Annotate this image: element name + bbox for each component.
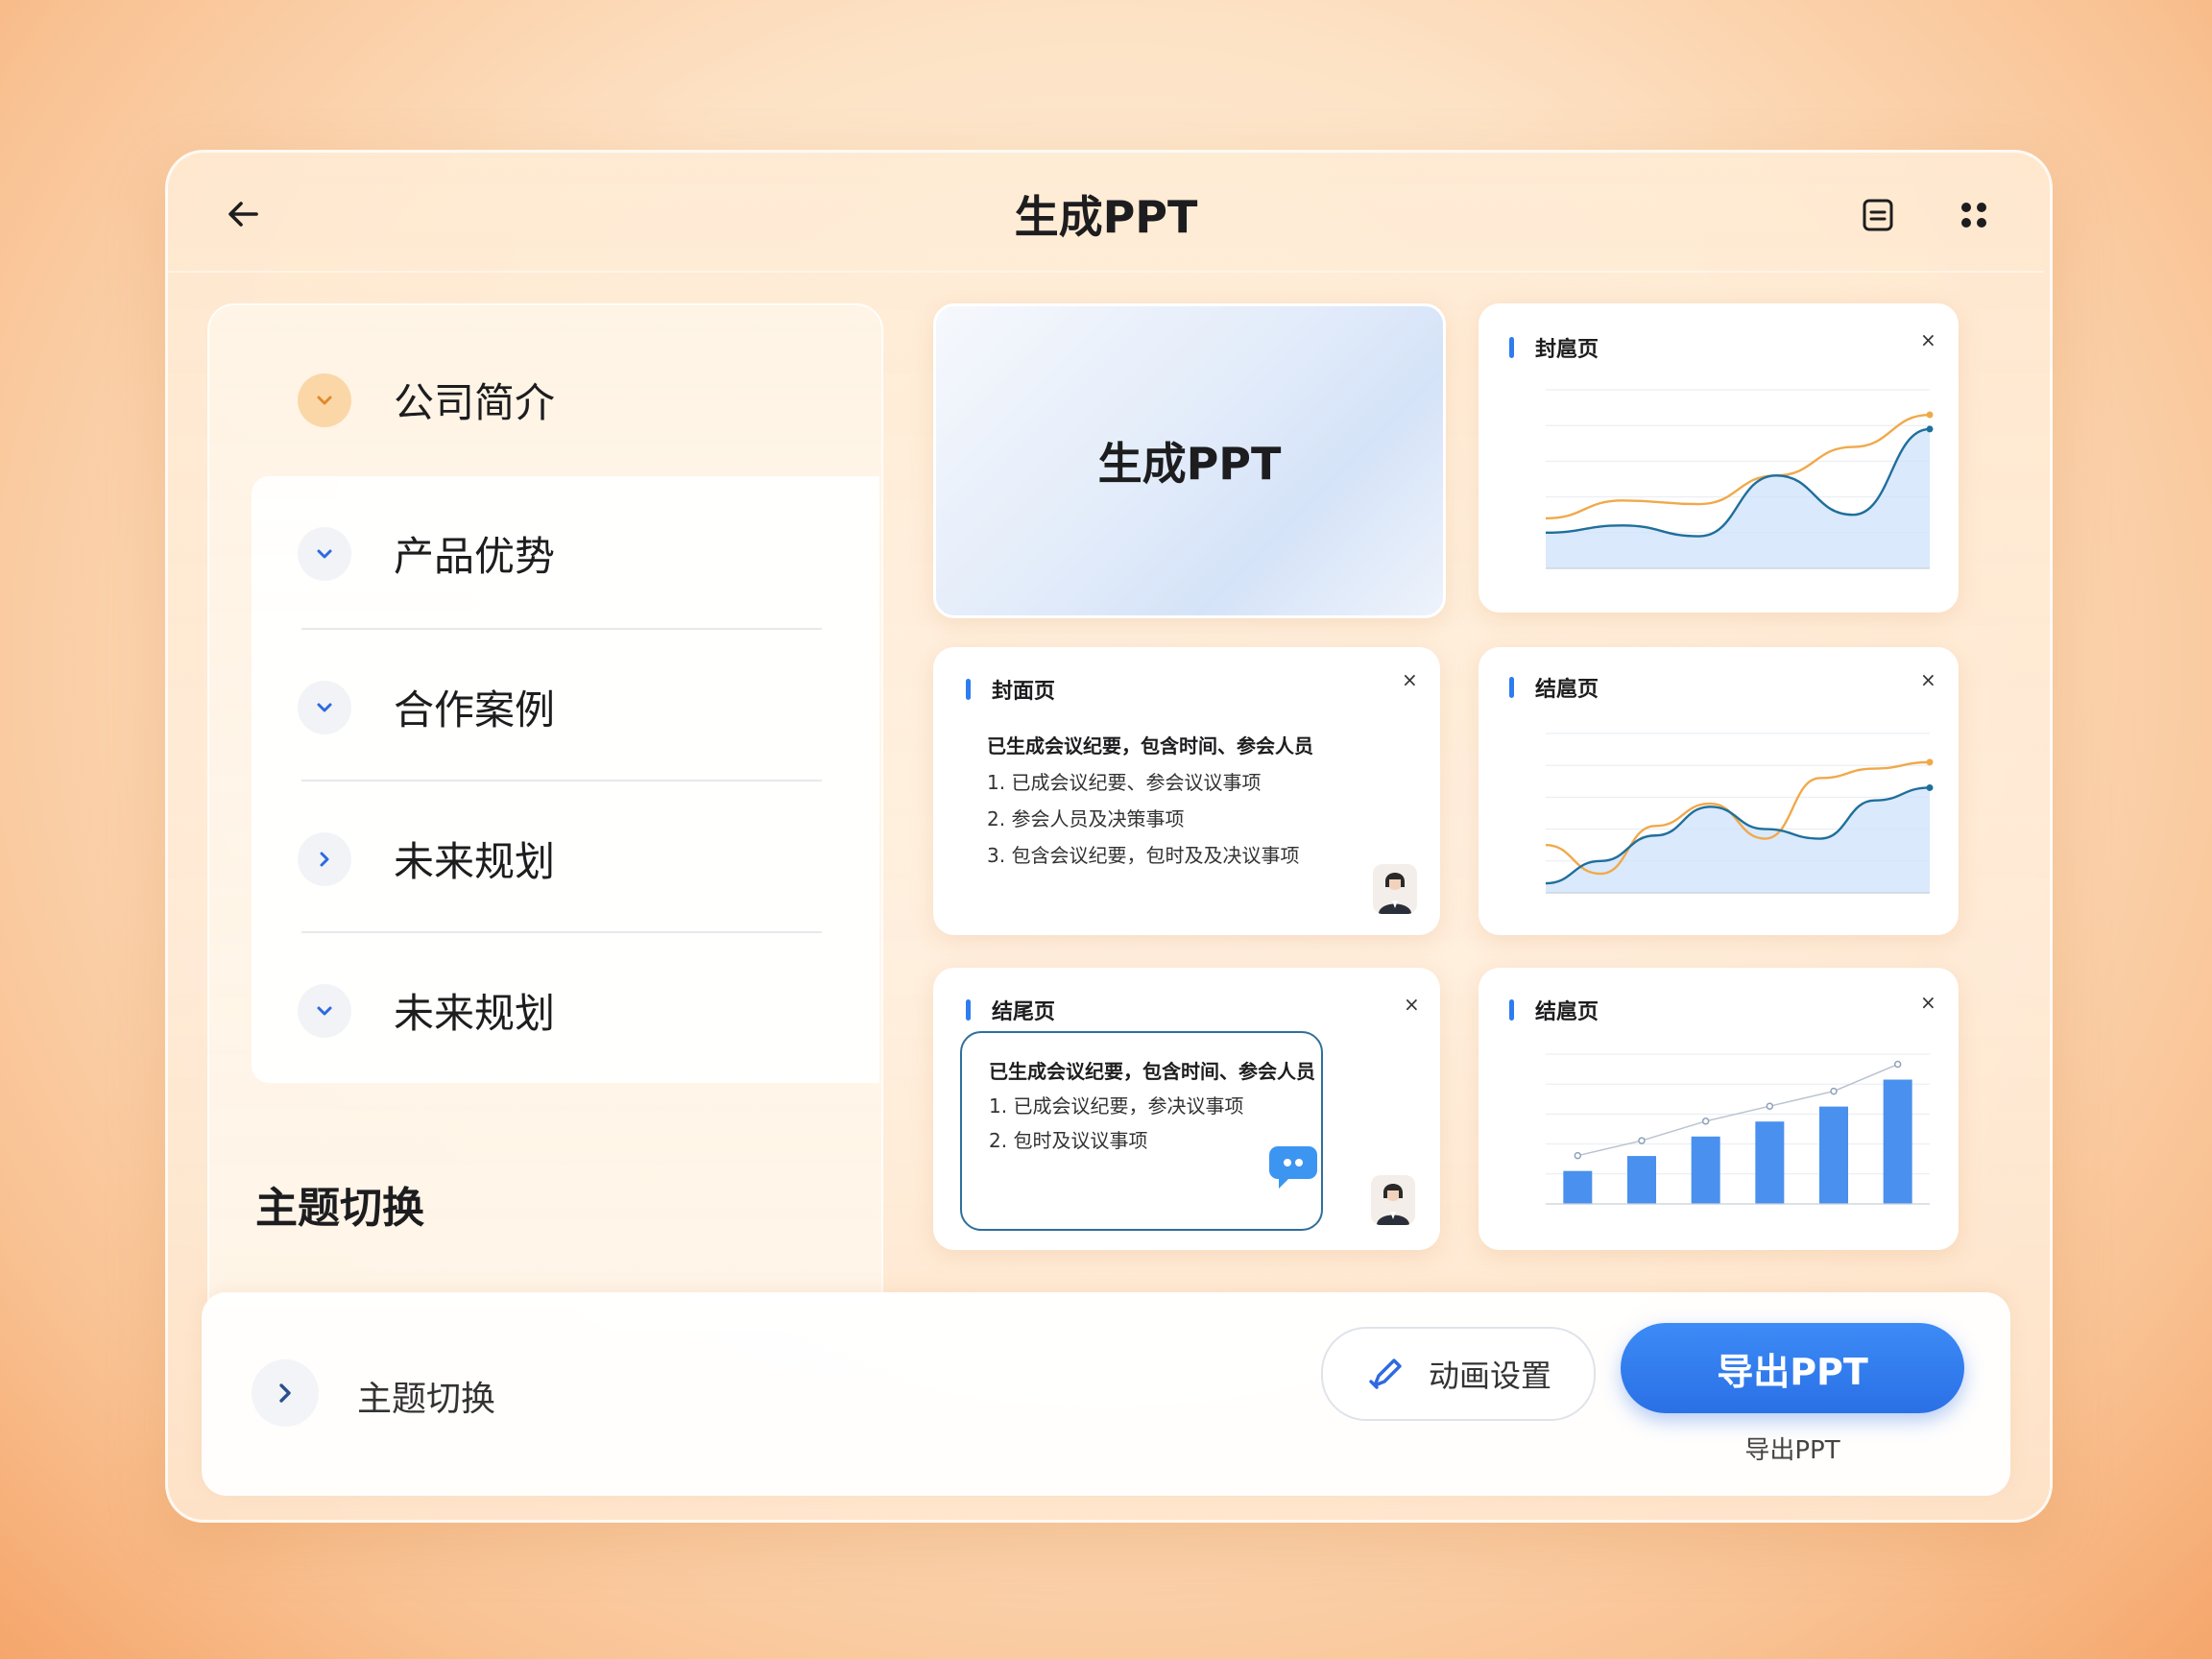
slide-title-text: 结扈页 (1535, 1000, 1599, 1024)
speech-bubble: 已生成会议纪要，包含时间、参会人员 1. 已成会议纪要，参决议事项 2. 包时及… (960, 1031, 1323, 1231)
series-area (1546, 428, 1930, 568)
line-chart-1 (1545, 389, 1934, 569)
chevron-down-icon (298, 526, 351, 581)
data-point (1926, 783, 1934, 791)
slide-title: 结尾页 (966, 995, 1055, 1025)
slide-body: 已生成会议纪要，包含时间、参会人员 1. 已成会议纪要，参决议事项 2. 包时及… (989, 1054, 1315, 1158)
trend-point (1766, 1102, 1774, 1110)
line-chart-2 (1545, 733, 1934, 894)
bar-chart (1546, 1053, 1930, 1205)
chevron-right-icon (279, 1383, 291, 1403)
avatar (1371, 1175, 1415, 1225)
chevron-right-icon (298, 831, 351, 886)
cover-title: 生成PPT (1097, 438, 1282, 490)
sidebar-item-company-intro[interactable]: 公司简介 (298, 371, 555, 429)
data-point (1926, 758, 1934, 766)
series-area (1546, 787, 1930, 893)
close-button[interactable]: × (1920, 328, 1936, 351)
trend-point (1893, 1060, 1902, 1069)
export-caption: 导出PPT (1744, 1436, 1840, 1465)
sidebar-item-label: 未来规划 (394, 990, 556, 1037)
close-button[interactable]: × (1402, 668, 1418, 691)
title-accent-bar (966, 999, 971, 1021)
slide-title-text: 封扈页 (1535, 338, 1599, 362)
slide-title: 结扈页 (1509, 995, 1599, 1025)
theme-switch-label[interactable]: 主题切换 (357, 1371, 495, 1421)
bar (1819, 1106, 1848, 1204)
slide-heading: 已生成会议纪要，包含时间、参会人员 (987, 734, 1313, 757)
slide-title-text: 封面页 (992, 680, 1056, 704)
slide-line: 2. 参会人员及决策事项 (987, 807, 1185, 830)
slide-title: 结扈页 (1509, 672, 1599, 703)
export-label: 导出PPT (1717, 1350, 1868, 1393)
document-icon (1863, 199, 1893, 231)
slide-cover[interactable]: 生成PPT (933, 303, 1446, 618)
pen-icon (1369, 1358, 1402, 1389)
bar (1627, 1156, 1656, 1204)
title-accent-bar (1509, 677, 1514, 698)
slide-title-text: 结扈页 (1535, 678, 1599, 702)
avatar (1373, 864, 1417, 914)
sidebar-item-future-plan[interactable]: 未来规划 (298, 830, 555, 888)
divider (301, 931, 822, 933)
trend-line (1577, 1063, 1898, 1157)
sidebar-item-label: 产品优势 (394, 533, 556, 580)
bar (1691, 1136, 1720, 1204)
slide-chart-2[interactable]: 结扈页 × (1479, 647, 1959, 935)
sidebar-item-label: 公司简介 (394, 379, 556, 426)
trend-point (1638, 1137, 1646, 1144)
sidebar-item-product-advantage[interactable]: 产品优势 (298, 524, 555, 583)
title-accent-bar (966, 679, 971, 700)
slide-heading: 已生成会议纪要，包含时间、参会人员 (989, 1060, 1315, 1083)
slide-body: 已生成会议纪要，包含时间、参会人员 1. 已成会议纪要、参会议议事项 2. 参会… (987, 728, 1313, 874)
header-divider (168, 271, 2044, 273)
title-accent-bar (1509, 999, 1514, 1021)
data-point (1926, 411, 1934, 419)
data-point (1926, 425, 1934, 433)
sidebar-item-cases[interactable]: 合作案例 (298, 678, 555, 736)
series-line (1545, 413, 1931, 520)
slide-title: 封面页 (966, 674, 1055, 705)
chevron-down-icon (298, 680, 351, 734)
sidebar-item-future-plan-2[interactable]: 未来规划 (298, 981, 555, 1040)
slide-title-text: 结尾页 (992, 1000, 1056, 1024)
slide-chart-1[interactable]: 封扈页 × (1479, 303, 1959, 613)
close-button[interactable]: × (1920, 668, 1936, 691)
chat-bubble-icon (1267, 1144, 1319, 1194)
trend-point (1830, 1087, 1838, 1095)
title-accent-bar (1509, 337, 1514, 358)
export-ppt-button[interactable]: 导出PPT (1621, 1323, 1964, 1413)
chevron-down-icon (298, 983, 351, 1038)
animation-settings-button[interactable]: 动画设置 (1321, 1327, 1596, 1421)
chevron-down-icon (298, 373, 351, 427)
slide-chart-3[interactable]: 结扈页 × (1479, 968, 1959, 1250)
divider (301, 628, 822, 630)
theme-toggle-button[interactable] (252, 1359, 319, 1427)
four-dots-icon (1961, 203, 1986, 228)
slide-title: 封扈页 (1509, 332, 1599, 363)
slide-line: 1. 已成会议纪要、参会议议事项 (987, 771, 1262, 794)
close-button[interactable]: × (1404, 993, 1420, 1016)
more-button[interactable] (1955, 196, 1993, 234)
slide-line: 3. 包含会议纪要，包时及及决议事项 (987, 844, 1300, 867)
bar (1563, 1170, 1593, 1204)
slide-text-2[interactable]: 结尾页 × 已生成会议纪要，包含时间、参会人员 1. 已成会议纪要，参决议事项 … (933, 968, 1440, 1250)
slide-line: 2. 包时及议议事项 (989, 1129, 1148, 1152)
sidebar-item-label: 合作案例 (394, 686, 556, 733)
close-button[interactable]: × (1920, 991, 1936, 1014)
document-button[interactable] (1859, 196, 1897, 234)
bar (1883, 1079, 1912, 1204)
trend-point (1701, 1118, 1710, 1125)
bar (1755, 1121, 1785, 1204)
slide-text-1[interactable]: 封面页 × 已生成会议纪要，包含时间、参会人员 1. 已成会议纪要、参会议议事项… (933, 647, 1440, 935)
sidebar-item-label: 未来规划 (394, 838, 556, 885)
trend-point (1574, 1151, 1582, 1160)
divider (301, 780, 822, 781)
slide-line: 1. 已成会议纪要，参决议事项 (989, 1094, 1244, 1118)
animation-settings-label: 动画设置 (1428, 1358, 1551, 1394)
theme-section-title: 主题切换 (255, 1184, 424, 1233)
